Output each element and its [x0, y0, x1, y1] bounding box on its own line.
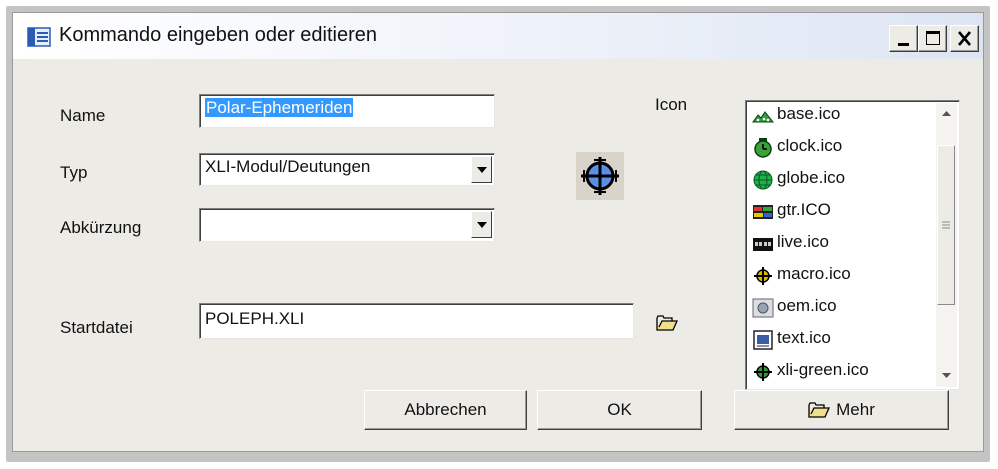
- oem-icon: [752, 298, 774, 318]
- scroll-thumb[interactable]: [937, 145, 955, 305]
- minimize-icon: [898, 43, 909, 46]
- browse-folder-icon[interactable]: [656, 315, 678, 331]
- maximize-button[interactable]: [918, 25, 947, 52]
- list-item-label: base.ico: [777, 104, 841, 123]
- chevron-down-icon: [942, 373, 951, 378]
- icon-listbox[interactable]: base.ico clock.ico globe.ico gtr.ICO liv…: [745, 100, 960, 390]
- icon-label: Icon: [655, 95, 688, 114]
- cancel-button[interactable]: Abbrechen: [364, 390, 527, 430]
- title-bar: Kommando eingeben oder editieren: [13, 13, 983, 59]
- chevron-up-icon: [942, 111, 951, 116]
- live-icon: [753, 238, 773, 251]
- macro-icon: [754, 267, 772, 285]
- maximize-icon: [926, 31, 940, 45]
- startdatei-label: Startdatei: [60, 318, 133, 337]
- more-button-label: Mehr: [836, 400, 875, 419]
- ok-button[interactable]: OK: [537, 390, 702, 430]
- more-button[interactable]: Mehr: [734, 390, 949, 430]
- window-app-icon: [27, 27, 51, 47]
- base-icon: [752, 111, 774, 123]
- startdatei-input-value: POLEPH.XLI: [205, 309, 305, 328]
- typ-dropdown[interactable]: XLI-Modul/Deutungen: [199, 153, 495, 186]
- list-item-label: xli-green.ico: [777, 360, 869, 379]
- list-item-label: gtr.ICO: [777, 200, 831, 219]
- abk-label: Abkürzung: [60, 218, 142, 237]
- list-item-label: macro.ico: [777, 264, 851, 283]
- scroll-up-button[interactable]: [936, 103, 957, 124]
- chevron-down-icon: [477, 222, 487, 228]
- selected-crosshair-icon: [576, 152, 624, 200]
- grip-icon: [942, 221, 950, 229]
- scroll-down-button[interactable]: [936, 365, 957, 386]
- abk-dropdown[interactable]: [199, 208, 495, 242]
- typ-dropdown-value: XLI-Modul/Deutungen: [205, 157, 371, 176]
- abk-dropdown-button[interactable]: [471, 211, 492, 238]
- folder-icon: [808, 402, 831, 418]
- list-item-label: oem.ico: [777, 296, 837, 315]
- name-label: Name: [60, 106, 106, 125]
- clock-icon: [754, 138, 772, 158]
- minimize-button[interactable]: [889, 25, 918, 52]
- chevron-down-icon: [477, 167, 487, 173]
- icon-list-scrollbar[interactable]: [936, 103, 957, 387]
- list-item-label: live.ico: [777, 232, 829, 251]
- window-title: Kommando eingeben oder editieren: [59, 24, 377, 46]
- text-icon: [753, 330, 773, 350]
- gtr-icon: [753, 205, 773, 219]
- name-input[interactable]: Polar-Ephemeriden: [199, 94, 495, 128]
- name-input-value: Polar-Ephemeriden: [205, 98, 354, 117]
- startdatei-input[interactable]: POLEPH.XLI: [199, 303, 634, 339]
- close-button[interactable]: [950, 25, 979, 52]
- typ-dropdown-button[interactable]: [471, 156, 492, 183]
- globe-icon: [753, 170, 773, 190]
- close-icon: [958, 31, 971, 46]
- xli-green-icon: [754, 363, 772, 381]
- dialog-window: Kommando eingeben oder editieren Name Po…: [12, 12, 984, 452]
- list-item-label: clock.ico: [777, 136, 843, 155]
- list-item-label: globe.ico: [777, 168, 846, 187]
- typ-label: Typ: [60, 163, 88, 182]
- list-item-label: text.ico: [777, 328, 831, 347]
